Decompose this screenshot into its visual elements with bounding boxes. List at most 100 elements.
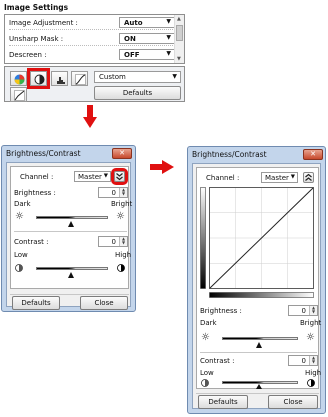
brightness-input[interactable]: 0 ▲ ▼	[288, 305, 318, 316]
brightness-contrast-icon	[34, 74, 45, 85]
brightness-value: 0	[111, 189, 116, 197]
preset-value: Custom	[99, 73, 126, 81]
saturation-color-balance-button[interactable]	[10, 71, 27, 86]
unsharp-mask-dropdown[interactable]: ON ▼	[119, 33, 175, 44]
scroll-up-icon[interactable]: ▲	[177, 16, 181, 22]
contrast-low-icon	[201, 379, 209, 387]
brightness-contrast-button[interactable]	[27, 68, 50, 89]
unsharp-mask-label: Unsharp Mask :	[9, 35, 64, 43]
final-curve-icon	[14, 90, 25, 101]
close-icon[interactable]: ✕	[112, 148, 132, 159]
channel-dropdown[interactable]: Master ▼	[261, 172, 298, 183]
preset-dropdown[interactable]: Custom ▼	[94, 71, 181, 83]
high-label: High	[115, 251, 132, 259]
contrast-slider-thumb[interactable]	[68, 272, 74, 278]
brightness-slider-track[interactable]	[36, 216, 108, 219]
close-icon[interactable]: ✕	[303, 149, 323, 160]
high-label: High	[305, 369, 322, 377]
contrast-label: Contrast :	[14, 238, 49, 246]
row-divider	[9, 29, 177, 30]
tone-curve-icon	[75, 74, 86, 85]
image-adjustment-value: Auto	[124, 19, 143, 27]
defaults-button[interactable]: Defaults	[12, 296, 60, 310]
low-label: Low	[14, 251, 28, 259]
tone-curve-button[interactable]	[71, 71, 88, 86]
setting-row-descreen: Descreen : OFF ▼	[9, 48, 175, 61]
scrollbar-thumb[interactable]	[176, 25, 183, 41]
unsharp-mask-value: ON	[124, 35, 136, 43]
close-button[interactable]: Close	[80, 296, 128, 310]
double-chevron-up-icon	[305, 173, 312, 181]
controls-area: Channel : Master ▼ Brightness : 0 ▲ ▼ Dar…	[10, 166, 133, 289]
defaults-button[interactable]: Defaults	[94, 86, 181, 100]
contrast-slider-thumb[interactable]	[256, 384, 262, 389]
chevron-down-icon: ▼	[103, 173, 108, 179]
sun-dim-icon: ☼	[201, 332, 210, 343]
contrast-input[interactable]: 0 ▲ ▼	[288, 355, 318, 366]
brightness-contrast-dialog-collapsed: Brightness/Contrast ✕ Channel : Master ▼…	[1, 145, 136, 312]
low-label: Low	[200, 369, 214, 377]
dark-label: Dark	[14, 200, 31, 208]
channel-value: Master	[78, 173, 102, 181]
brightness-value: 0	[301, 307, 306, 315]
brightness-label: Brightness :	[14, 189, 56, 197]
image-adjustment-label: Image Adjustment :	[9, 19, 78, 27]
tone-graph	[200, 187, 314, 298]
settings-scrollbar[interactable]: ▲ ▼	[174, 15, 184, 63]
color-wheel-icon	[14, 74, 25, 85]
spin-buttons[interactable]: ▲ ▼	[309, 356, 317, 365]
dialog-body: Channel : Master ▼ Brightness: 0 ▲ ▼ Da…	[192, 163, 321, 409]
arrow-down-icon	[83, 105, 97, 128]
final-review-button[interactable]	[10, 87, 27, 102]
bright-label: Bright	[300, 319, 322, 327]
brightness-slider-track[interactable]	[222, 337, 298, 340]
brightness-slider-thumb[interactable]	[68, 221, 74, 227]
divider	[196, 393, 319, 394]
image-adjustment-dropdown[interactable]: Auto ▼	[119, 17, 175, 28]
controls-area: Channel : Master ▼ Brightness: 0 ▲ ▼ Da…	[196, 167, 322, 389]
scroll-down-icon[interactable]: ▼	[177, 56, 181, 62]
channel-dropdown[interactable]: Master ▼	[74, 171, 111, 182]
contrast-low-icon	[15, 264, 23, 272]
chevron-down-icon: ▼	[166, 18, 171, 25]
spin-buttons[interactable]: ▲ ▼	[309, 306, 317, 315]
contrast-value: 0	[111, 238, 116, 246]
channel-value: Master	[265, 174, 289, 182]
contrast-high-icon	[117, 264, 125, 272]
chevron-down-icon: ▼	[172, 73, 177, 80]
contrast-slider-track[interactable]	[36, 267, 108, 270]
histogram-icon	[55, 77, 65, 84]
divider	[200, 352, 317, 353]
brightness-label: Brightness :	[200, 307, 242, 315]
collapse-button[interactable]	[303, 172, 314, 183]
brightness-contrast-dialog-expanded: Brightness/Contrast ✕ Channel : Master ▼	[187, 146, 326, 414]
expand-button[interactable]	[111, 168, 128, 185]
sun-bright-icon: ☼	[116, 211, 125, 222]
histogram-button[interactable]	[51, 71, 68, 86]
descreen-dropdown[interactable]: OFF ▼	[119, 49, 175, 60]
chevron-down-icon: ▼	[290, 174, 295, 180]
defaults-button[interactable]: Defaults	[198, 395, 248, 409]
dialog-body: Channel : Master ▼ Brightness : 0 ▲ ▼ Dar…	[6, 162, 133, 310]
divider	[10, 294, 129, 295]
dark-label: Dark	[200, 319, 217, 327]
sun-dim-icon: ☼	[15, 211, 24, 222]
divider	[14, 231, 127, 232]
double-chevron-down-icon	[116, 173, 123, 181]
contrast-high-icon	[307, 379, 315, 387]
bright-label: Bright	[111, 200, 133, 208]
contrast-label: Contrast :	[200, 357, 235, 365]
brightness-slider-thumb[interactable]	[256, 342, 262, 348]
setting-row-image-adjustment: Image Adjustment : Auto ▼	[9, 16, 177, 30]
chevron-down-icon: ▼	[166, 34, 171, 41]
image-settings-title: Image Settings	[4, 3, 69, 12]
contrast-input[interactable]: 0 ▲ ▼	[98, 236, 128, 247]
channel-label: Channel :	[206, 174, 240, 182]
chevron-down-icon: ▼	[166, 50, 171, 57]
contrast-value: 0	[301, 357, 306, 365]
spin-buttons[interactable]: ▲ ▼	[119, 237, 127, 246]
close-button[interactable]: Close	[268, 395, 318, 409]
spin-buttons[interactable]: ▲ ▼	[119, 188, 127, 197]
brightness-input[interactable]: 0 ▲ ▼	[98, 187, 128, 198]
descreen-value: OFF	[124, 51, 140, 59]
